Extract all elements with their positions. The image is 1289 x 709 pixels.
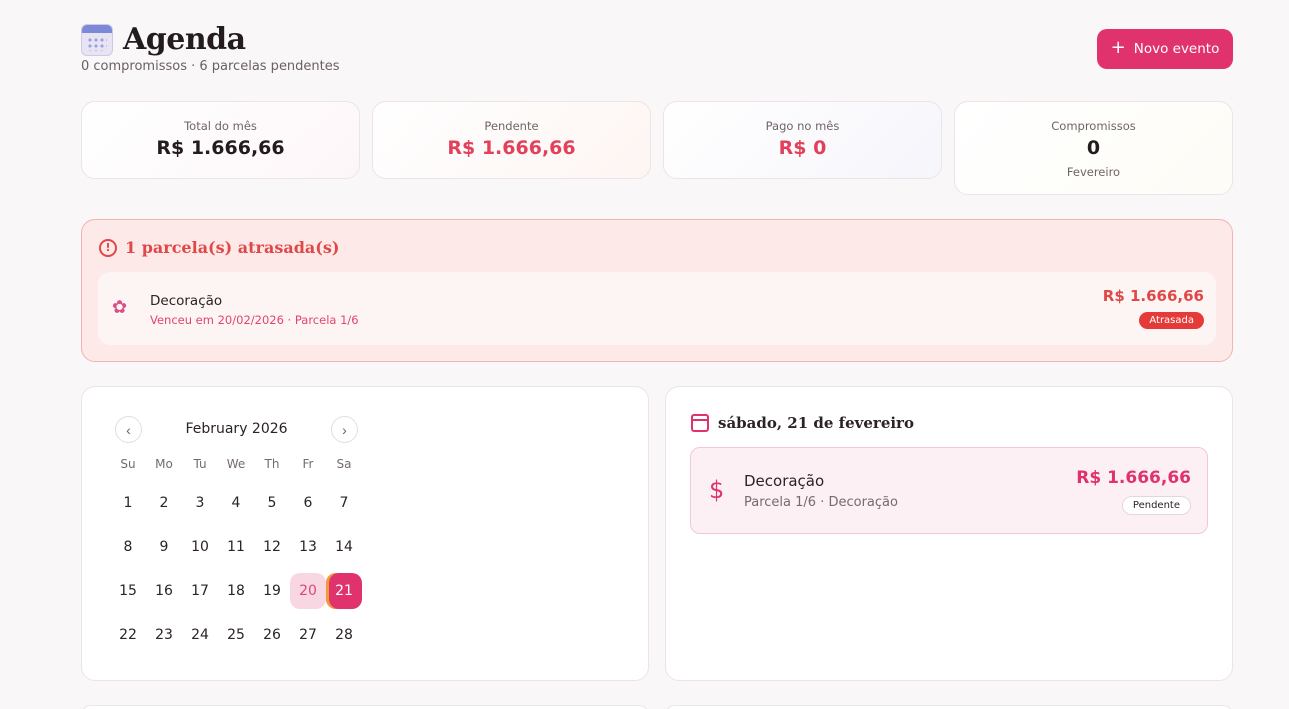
- day-detail-card: sábado, 21 de fevereiro $ Decoração Parc…: [665, 386, 1233, 681]
- stat-value: 0: [1086, 137, 1101, 159]
- calendar-month: February 2026: [185, 421, 288, 437]
- weekday-label: Tu: [193, 457, 207, 471]
- calendar-day[interactable]: 6: [290, 485, 326, 521]
- card-bottom-left: [81, 705, 649, 709]
- calendar-day[interactable]: 22: [110, 617, 146, 653]
- weekday-label: Fr: [302, 457, 314, 471]
- calendar-day[interactable]: 20: [290, 573, 326, 609]
- calendar-day[interactable]: 7: [326, 485, 362, 521]
- day-grid: 1 2 3 4 5 6 7 8 9 10 11 12 13 14 15 16 17 18 19 20 21 22 23 24 2…: [110, 485, 362, 661]
- stat-label: Compromissos: [1051, 119, 1136, 133]
- plus-icon: +: [1110, 37, 1126, 58]
- calendar-day[interactable]: 9: [146, 529, 182, 565]
- stat-label: Pago no mês: [765, 119, 840, 133]
- dollar-icon: $: [709, 476, 725, 504]
- overdue-item-meta: Venceu em 20/02/2026 · Parcela 1/6: [150, 313, 359, 327]
- new-event-label: Novo evento: [1133, 41, 1220, 57]
- status-badge: Pendente: [1121, 496, 1191, 515]
- stat-paid-month: Pago no mês R$ 0: [663, 101, 942, 179]
- stat-value: R$ 0: [778, 137, 827, 159]
- weekday-label: We: [226, 457, 246, 471]
- day-header: sábado, 21 de fevereiro: [691, 414, 914, 432]
- event-item[interactable]: $ Decoração Parcela 1/6 · Decoração R$ 1…: [690, 447, 1208, 534]
- calendar-day[interactable]: 19: [254, 573, 290, 609]
- bouquet-icon: ✿: [112, 297, 128, 318]
- weekday-label: Th: [264, 457, 280, 471]
- weekday-label: Sa: [336, 457, 352, 471]
- calendar-day[interactable]: 21: [326, 573, 362, 609]
- card-bottom-right: [665, 705, 1233, 709]
- stat-pending: Pendente R$ 1.666,66: [372, 101, 651, 179]
- calendar-day[interactable]: 24: [182, 617, 218, 653]
- weekday-row: Su Mo Tu We Th Fr Sa: [110, 457, 362, 471]
- title-row: Agenda: [81, 22, 1233, 57]
- calendar-day[interactable]: 16: [146, 573, 182, 609]
- alert-circle-icon: !: [99, 238, 117, 257]
- overdue-item[interactable]: ✿ Decoração Venceu em 20/02/2026 · Parce…: [98, 272, 1216, 345]
- overdue-item-amount: R$ 1.666,66: [1102, 287, 1204, 305]
- calendar-icon: [691, 414, 709, 432]
- calendar-day[interactable]: 23: [146, 617, 182, 653]
- event-amount: R$ 1.666,66: [1076, 468, 1191, 488]
- new-event-button[interactable]: + Novo evento: [1097, 29, 1233, 69]
- calendar-day[interactable]: 8: [110, 529, 146, 565]
- stat-value: R$ 1.666,66: [447, 137, 576, 159]
- page-title: Agenda: [123, 22, 246, 57]
- stat-label: Pendente: [484, 119, 539, 133]
- calendar-day[interactable]: 25: [218, 617, 254, 653]
- calendar-day[interactable]: 10: [182, 529, 218, 565]
- day-title: sábado, 21 de fevereiro: [718, 414, 914, 432]
- calendar-day[interactable]: 3: [182, 485, 218, 521]
- chevron-right-icon[interactable]: ›: [331, 416, 358, 443]
- weekday-label: Su: [120, 457, 136, 471]
- calendar-day[interactable]: 15: [110, 573, 146, 609]
- calendar-day[interactable]: 26: [254, 617, 290, 653]
- chevron-left-icon[interactable]: ‹: [115, 416, 142, 443]
- event-meta: Parcela 1/6 · Decoração: [744, 495, 898, 510]
- calendar-day[interactable]: 27: [290, 617, 326, 653]
- stat-label: Total do mês: [184, 119, 257, 133]
- event-name: Decoração: [744, 472, 825, 490]
- status-badge: Atrasada: [1139, 312, 1204, 329]
- calendar-day[interactable]: 11: [218, 529, 254, 565]
- calendar-card: ‹ February 2026 › Su Mo Tu We Th Fr Sa 1234567…: [81, 386, 649, 681]
- alert-title: 1 parcela(s) atrasada(s): [125, 238, 340, 257]
- calendar-day[interactable]: 18: [218, 573, 254, 609]
- stat-value: R$ 1.666,66: [156, 137, 285, 159]
- calendar-day[interactable]: 1: [110, 485, 146, 521]
- weekday-label: Mo: [155, 457, 173, 471]
- calendar-day[interactable]: 13: [290, 529, 326, 565]
- stat-appointments: Compromissos 0 Fevereiro: [954, 101, 1233, 195]
- alert-header: ! 1 parcela(s) atrasada(s): [99, 238, 339, 257]
- calendar-day[interactable]: 4: [218, 485, 254, 521]
- page-header: Agenda 0 compromissos · 6 parcelas pende…: [81, 22, 1233, 78]
- stat-sub: Fevereiro: [1066, 165, 1121, 179]
- calendar-day[interactable]: 17: [182, 573, 218, 609]
- calendar-emoji-icon: [81, 23, 113, 56]
- calendar-day[interactable]: 12: [254, 529, 290, 565]
- overdue-alert: ! 1 parcela(s) atrasada(s) ✿ Decoração V…: [81, 219, 1233, 362]
- page-subtitle: 0 compromissos · 6 parcelas pendentes: [81, 59, 340, 74]
- calendar-day[interactable]: 14: [326, 529, 362, 565]
- calendar-day[interactable]: 5: [254, 485, 290, 521]
- calendar-day[interactable]: 28: [326, 617, 362, 653]
- overdue-item-name: Decoração: [150, 293, 223, 309]
- stat-total-month: Total do mês R$ 1.666,66: [81, 101, 360, 179]
- calendar-day[interactable]: 2: [146, 485, 182, 521]
